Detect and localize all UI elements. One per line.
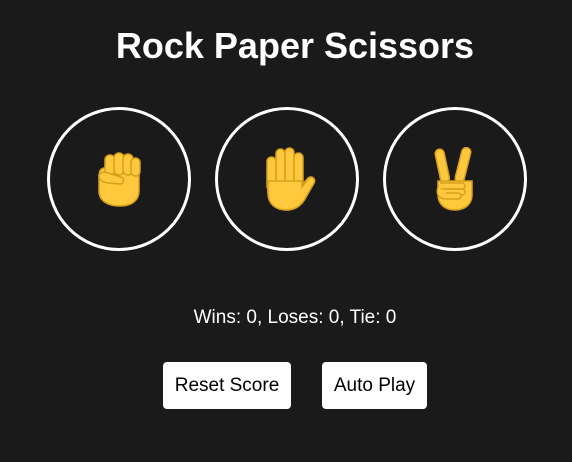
paper-button[interactable] [215,107,359,251]
game-screen: Rock Paper Scissors Wins: 0, Loses: 0, T… [0,0,572,462]
rock-button[interactable] [47,107,191,251]
auto-play-button[interactable]: Auto Play [322,362,427,409]
victory-hand-icon [432,147,478,211]
raised-hand-icon [258,147,316,211]
score-text: Wins: 0, Loses: 0, Tie: 0 [193,307,397,328]
raised-fist-icon [94,151,144,207]
scissors-button[interactable] [383,107,527,251]
page-title: Rock Paper Scissors [115,25,475,66]
reset-score-button[interactable]: Reset Score [163,362,291,409]
